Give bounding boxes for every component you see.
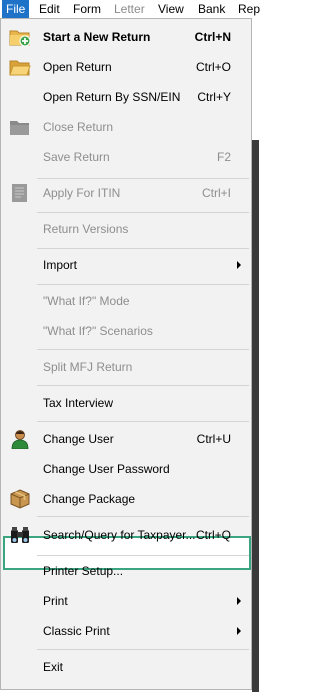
menu-view[interactable]: View [158,0,184,18]
menu-separator [37,349,249,350]
menu-file[interactable]: File [2,0,30,18]
menu-separator [37,516,249,517]
package-icon [9,489,31,509]
binoculars-icon [9,525,31,545]
menu-item-label: Start a New Return [43,30,151,44]
menu-separator [37,385,249,386]
menu-separator [37,178,249,179]
menu-item-open-return-by-ssn[interactable]: Open Return By SSN/EIN Ctrl+Y [2,84,251,110]
menu-letter[interactable]: Letter [114,0,145,18]
file-menu-dropdown: Start a New Return Ctrl+N Open Return Ct… [0,18,252,690]
menu-reports[interactable]: Rep [238,0,260,18]
menu-item-label: Split MFJ Return [43,360,133,374]
closed-folder-icon [9,117,31,137]
menu-item-label: Change Package [43,492,136,506]
menu-item-label: "What If?" Scenarios [43,324,153,338]
document-icon [9,183,31,203]
menu-item-label: Tax Interview [43,396,114,410]
menu-item-label: Open Return [43,60,112,74]
menu-item-what-if-mode[interactable]: "What If?" Mode [2,288,251,314]
menu-item-start-new-return[interactable]: Start a New Return Ctrl+N [2,24,251,50]
menu-item-label: Search/Query for Taxpayer... [43,528,196,542]
menu-item-change-user[interactable]: Change User Ctrl+U [2,426,251,452]
menu-item-label: Change User [43,432,114,446]
menu-item-change-user-password[interactable]: Change User Password [2,456,251,482]
menu-bank[interactable]: Bank [198,0,225,18]
shortcut-text: Ctrl+Y [197,90,231,104]
open-folder-icon [9,57,31,77]
menu-separator [37,649,249,650]
menu-item-label: Open Return By SSN/EIN [43,90,181,104]
menu-separator [37,284,249,285]
menu-item-label: Change User Password [43,462,170,476]
menu-item-split-mfj-return[interactable]: Split MFJ Return [2,354,251,380]
shortcut-text: Ctrl+Q [195,528,231,542]
menu-item-label: Printer Setup... [43,564,124,578]
shortcut-text: Ctrl+I [201,186,231,200]
menu-edit[interactable]: Edit [39,0,60,18]
background-dark-edge [252,140,259,692]
menu-separator [37,248,249,249]
menu-separator [37,212,249,213]
user-icon [9,429,31,450]
menu-item-change-package[interactable]: Change Package [2,486,251,512]
menu-item-open-return[interactable]: Open Return Ctrl+O [2,54,251,80]
submenu-arrow-icon [237,627,241,635]
menu-item-label: Print [43,594,68,608]
background-edge [252,18,259,140]
submenu-arrow-icon [237,597,241,605]
menu-item-tax-interview[interactable]: Tax Interview [2,390,251,416]
shortcut-text: F2 [216,150,231,164]
menu-item-label: Return Versions [43,222,129,236]
menu-item-close-return[interactable]: Close Return [2,114,251,140]
menu-item-label: Close Return [43,120,114,134]
menu-item-label: Save Return [43,150,110,164]
shortcut-text: Ctrl+O [195,60,231,74]
menu-separator [37,421,249,422]
submenu-arrow-icon [237,261,241,269]
menu-item-label: Exit [43,660,64,674]
menu-separator [37,555,249,556]
shortcut-text: Ctrl+N [194,30,231,44]
menu-item-label: "What If?" Mode [43,294,130,308]
menu-item-apply-itin[interactable]: Apply For ITIN Ctrl+I [2,180,251,206]
menu-item-save-return[interactable]: Save Return F2 [2,144,251,170]
menu-item-return-versions[interactable]: Return Versions [2,216,251,242]
menu-form[interactable]: Form [73,0,101,18]
menu-item-label: Import [43,258,78,272]
menu-item-label: Classic Print [43,624,110,638]
menu-item-classic-print[interactable]: Classic Print [2,618,251,644]
menu-item-print[interactable]: Print [2,588,251,614]
menu-item-printer-setup[interactable]: Printer Setup... [2,558,251,584]
menu-item-what-if-scenarios[interactable]: "What If?" Scenarios [2,318,251,344]
shortcut-text: Ctrl+U [196,432,231,446]
menu-item-exit[interactable]: Exit [2,654,251,680]
new-folder-icon [9,27,31,47]
menu-bar: File Edit Form Letter View Bank Rep [0,0,260,19]
menu-item-label: Apply For ITIN [43,186,121,200]
menu-item-search-query-taxpayer[interactable]: Search/Query for Taxpayer... Ctrl+Q [2,522,251,548]
menu-item-import[interactable]: Import [2,252,251,278]
